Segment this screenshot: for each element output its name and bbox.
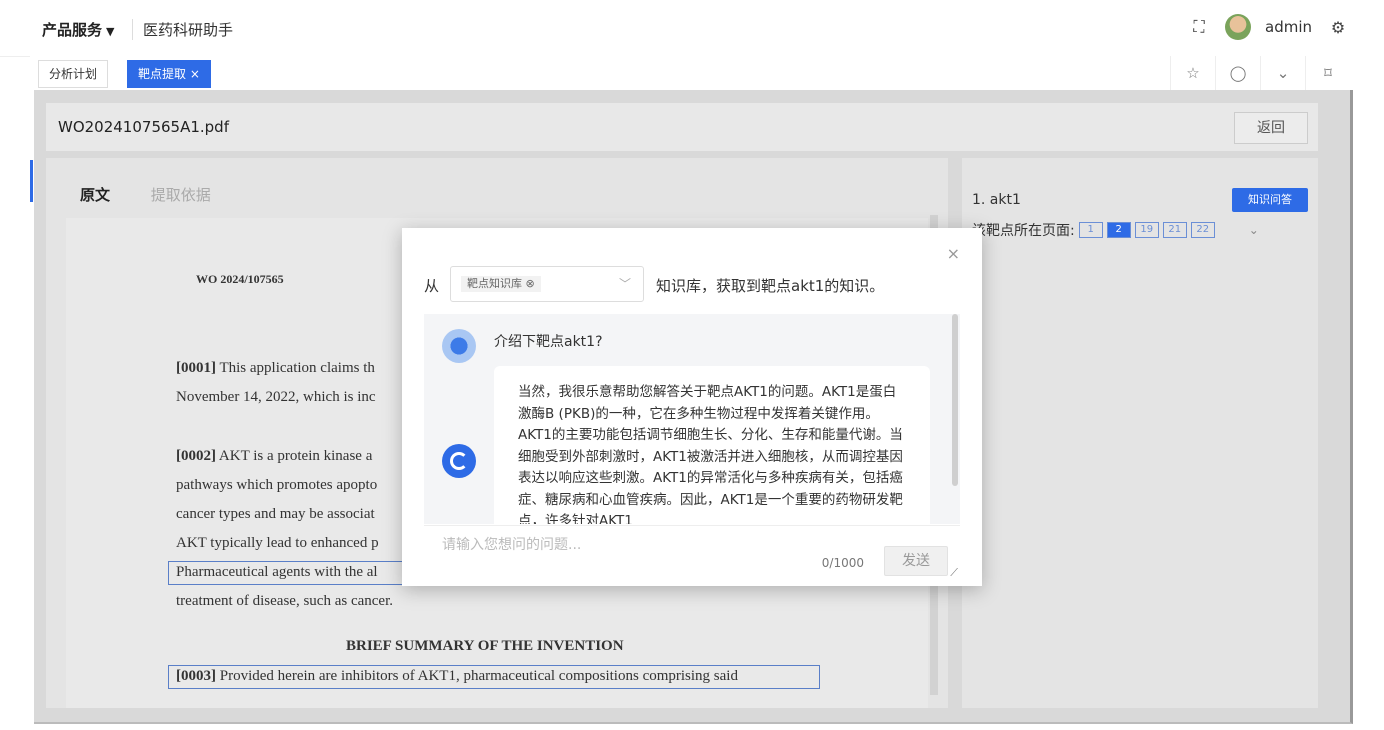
maximize-icon[interactable]: ⌑ [1305, 56, 1350, 90]
avatar[interactable] [1225, 14, 1251, 40]
send-button[interactable]: 发送 [884, 546, 948, 576]
from-description: 知识库，获取到靶点akt1的知识。 [656, 277, 885, 295]
paragraph-text: Provided herein are inhibitors of AKT1, … [216, 668, 738, 684]
question-input[interactable]: 请输入您想问的问题... [442, 534, 581, 554]
chevron-down-icon[interactable]: ⌄ [1249, 223, 1259, 237]
back-button[interactable]: 返回 [1234, 112, 1308, 144]
paragraph-number: [0002] [176, 448, 216, 464]
target-item[interactable]: 1. akt1 [972, 192, 1021, 208]
product-menu[interactable]: 产品服务 ▼ [42, 19, 114, 40]
paragraph-0002-line2: pathways which promotes apopto [176, 477, 378, 493]
user-avatar [442, 329, 476, 363]
tab-bar: 分析计划 靶点提取 × ☆ ◯ ⌄ ⌑ [30, 56, 1350, 91]
tab-tools: ☆ ◯ ⌄ ⌑ [1170, 56, 1350, 90]
paragraph-number: [0003] [176, 668, 216, 684]
knowledge-qa-dialog: × 从 靶点知识库 ⊗ ﹀ 知识库，获取到靶点akt1的知识。 介绍下靶点akt… [402, 228, 982, 586]
document-tabs: 原文 提取依据 [80, 184, 211, 205]
settings-icon[interactable]: ⚙ [1326, 18, 1350, 37]
chat-history[interactable]: 介绍下靶点akt1? 当然，我很乐意帮助您解答关于靶点AKT1的问题。AKT1是… [424, 314, 960, 524]
fullscreen-icon[interactable]: ⛶ [1187, 17, 1211, 37]
dropdown-icon[interactable]: ⌄ [1260, 56, 1305, 90]
knowledge-base-select[interactable]: 靶点知识库 ⊗ ﹀ [450, 266, 644, 302]
tab-analysis-plan[interactable]: 分析计划 [38, 60, 109, 88]
paragraph-0002-line1: [0002] AKT is a protein kinase a [176, 448, 372, 465]
app-name: 医药科研助手 [132, 19, 233, 40]
page-link[interactable]: 22 [1190, 222, 1215, 238]
sidebar-active-marker [30, 160, 33, 202]
top-right-tools: ⛶ admin ⚙ [1187, 14, 1350, 40]
paragraph-0002-line4: AKT typically lead to enhanced p [176, 535, 379, 551]
top-bar: 产品服务 ▼ 医药科研助手 ⛶ admin ⚙ [0, 0, 1350, 57]
tab-target-extraction[interactable]: 靶点提取 × [127, 60, 211, 88]
chat-scrollbar[interactable] [952, 314, 958, 486]
page-link-active[interactable]: 2 [1106, 222, 1131, 238]
user-question: 介绍下靶点akt1? [494, 334, 603, 350]
paragraph-0002-line5: Pharmaceutical agents with the al [176, 564, 378, 580]
left-sidebar-strip [0, 90, 34, 690]
file-name: WO2024107565A1.pdf [58, 118, 229, 136]
refresh-icon[interactable]: ◯ [1215, 56, 1260, 90]
chevron-down-icon[interactable]: ﹀ [619, 275, 631, 292]
page-link[interactable]: 21 [1162, 222, 1187, 238]
assistant-avatar [442, 444, 476, 478]
kb-selected-tag[interactable]: 靶点知识库 ⊗ [461, 276, 541, 292]
kb-tag-label: 靶点知识库 [467, 277, 522, 290]
target-panel: 1. akt1 知识问答 该靶点所在页面: 1 2 19 21 22 ⌄ [962, 158, 1318, 708]
document-header: WO 2024/107565 [196, 272, 284, 286]
paragraph-0002-line6: treatment of disease, such as cancer. [176, 593, 393, 609]
paragraph-text: This application claims th [216, 360, 375, 376]
page-link[interactable]: 1 [1078, 222, 1103, 238]
paragraph-0001-line1: [0001] This application claims th [176, 360, 375, 377]
caret-down-icon: ▼ [106, 25, 115, 38]
paragraph-0002-line3: cancer types and may be associat [176, 506, 375, 522]
user-name[interactable]: admin [1265, 18, 1312, 36]
file-bar: WO2024107565A1.pdf 返回 [46, 103, 1318, 151]
page-link[interactable]: 19 [1134, 222, 1159, 238]
paragraph-text: AKT is a protein kinase a [216, 448, 373, 464]
pin-icon[interactable]: ☆ [1170, 56, 1215, 90]
section-heading: BRIEF SUMMARY OF THE INVENTION [346, 638, 624, 654]
char-counter: 0/1000 [821, 556, 864, 570]
paragraph-0001-line2: November 14, 2022, which is inc [176, 389, 376, 405]
close-icon[interactable]: × [947, 244, 960, 263]
tab-extraction-basis[interactable]: 提取依据 [151, 186, 211, 204]
tab-original[interactable]: 原文 [80, 186, 110, 204]
paragraph-0003-line1: [0003] Provided herein are inhibitors of… [176, 668, 738, 685]
assistant-answer: 当然，我很乐意帮助您解答关于靶点AKT1的问题。AKT1是蛋白激酶B (PKB)… [494, 366, 930, 524]
clear-icon[interactable]: ⊗ [526, 277, 535, 290]
paragraph-number: [0001] [176, 360, 216, 376]
product-menu-label: 产品服务 [42, 21, 103, 39]
pages-label: 该靶点所在页面: [972, 223, 1075, 239]
target-pages: 该靶点所在页面: 1 2 19 21 22 ⌄ [972, 220, 1259, 240]
resize-handle-icon[interactable]: ⟋ [950, 566, 958, 580]
knowledge-qa-button[interactable]: 知识问答 [1232, 188, 1308, 212]
from-label: 从 [424, 277, 440, 295]
question-input-area[interactable]: 请输入您想问的问题... 0/1000 发送 ⟋ [424, 525, 960, 582]
